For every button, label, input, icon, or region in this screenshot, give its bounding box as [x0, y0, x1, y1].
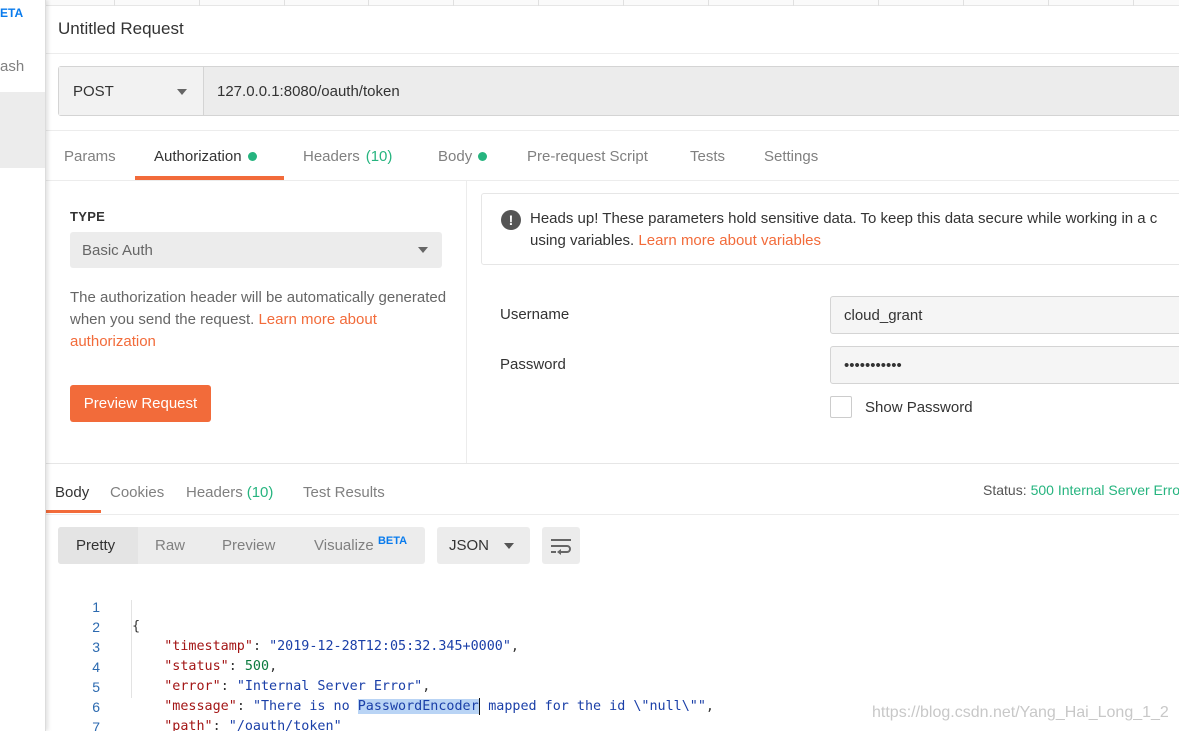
- response-status: Status: 500 Internal Server Erro: [983, 482, 1179, 498]
- watermark: https://blog.csdn.net/Yang_Hai_Long_1_2: [872, 704, 1169, 721]
- username-label: Username: [500, 306, 570, 323]
- view-visualize-button[interactable]: Visualize BETA: [314, 535, 408, 555]
- response-tabs: Body Cookies Headers (10) Test Results St…: [46, 463, 1179, 515]
- auth-description: The authorization header will be automat…: [70, 289, 447, 350]
- code-line: 1 {: [92, 599, 141, 634]
- code-line: 3 "status": 500,: [92, 639, 278, 674]
- warning-icon: !: [501, 210, 521, 230]
- view-mode-group: Pretty Raw Preview Visualize BETA: [58, 527, 425, 564]
- code-line: 4 "error": "Internal Server Error",: [92, 659, 431, 694]
- response-tab-headers[interactable]: Headers (10): [186, 484, 273, 501]
- method-value: POST: [73, 82, 114, 100]
- code-line: 6 "path": "/oauth/token": [46, 677, 341, 731]
- chevron-down-icon: [418, 247, 428, 253]
- code-line: 5 "message": "There is no PasswordEncode…: [92, 679, 714, 715]
- view-pretty-button[interactable]: Pretty: [76, 537, 115, 554]
- beta-badge: ETA: [0, 6, 24, 20]
- show-password-checkbox[interactable]: [830, 396, 852, 418]
- password-label: Password: [500, 356, 566, 373]
- active-response-tab-indicator: [46, 510, 101, 513]
- format-select[interactable]: JSON: [437, 527, 530, 564]
- status-badge: 500 Internal Server Erro: [1030, 482, 1179, 498]
- password-field[interactable]: •••••••••••: [830, 346, 1179, 384]
- view-raw-button[interactable]: Raw: [155, 537, 185, 554]
- auth-type-panel: TYPE Basic Auth The authorization header…: [46, 181, 467, 463]
- code-line: 2 "timestamp": "2019-12-28T12:05:32.345+…: [92, 619, 519, 654]
- response-headers-count: (10): [246, 484, 274, 501]
- format-value: JSON: [449, 537, 490, 554]
- divider: [46, 53, 1179, 54]
- visualize-beta-badge: BETA: [377, 535, 408, 547]
- sidebar-partial-label[interactable]: ash: [0, 58, 24, 75]
- tab-params[interactable]: Params: [64, 131, 116, 181]
- status-dot-icon: [478, 151, 488, 161]
- view-preview-button[interactable]: Preview: [222, 537, 275, 554]
- selected-text: PasswordEncoder: [357, 699, 479, 714]
- wrap-lines-icon: [551, 538, 571, 555]
- type-label: TYPE: [70, 209, 106, 224]
- username-field[interactable]: cloud_grant: [830, 296, 1179, 334]
- learn-more-variables-link[interactable]: Learn more about variables: [638, 232, 821, 249]
- wrap-lines-button[interactable]: [542, 527, 580, 564]
- tab-headers[interactable]: Headers (10): [303, 131, 392, 181]
- path-link[interactable]: /oauth/token: [237, 719, 334, 731]
- url-input[interactable]: 127.0.0.1:8080/oauth/token: [204, 67, 1179, 115]
- tab-settings[interactable]: Settings: [764, 131, 818, 181]
- response-tab-test-results[interactable]: Test Results: [303, 484, 385, 501]
- headers-count: (10): [365, 147, 393, 165]
- tab-authorization[interactable]: Authorization: [154, 131, 257, 181]
- request-tabs: Params Authorization Headers (10) Body Pr…: [46, 130, 1179, 181]
- response-tab-cookies[interactable]: Cookies: [110, 484, 164, 501]
- url-bar: POST 127.0.0.1:8080/oauth/token: [58, 66, 1179, 116]
- auth-type-select[interactable]: Basic Auth: [70, 232, 442, 268]
- tab-tests[interactable]: Tests: [690, 131, 725, 181]
- response-tab-body[interactable]: Body: [55, 484, 89, 501]
- request-title[interactable]: Untitled Request: [58, 19, 184, 39]
- auth-type-value: Basic Auth: [82, 241, 153, 259]
- sensitive-data-notice: ! Heads up! These parameters hold sensit…: [481, 193, 1179, 265]
- status-dot-icon: [247, 151, 257, 161]
- tab-prerequest-script[interactable]: Pre-request Script: [527, 131, 648, 181]
- request-panel: Untitled Request POST 127.0.0.1:8080/oau…: [46, 0, 1179, 731]
- sidebar-strip: ETA ash: [0, 0, 46, 731]
- show-password-label[interactable]: Show Password: [865, 399, 973, 416]
- sidebar-selected-item[interactable]: [0, 92, 45, 168]
- notice-text: Heads up! These parameters hold sensitiv…: [530, 210, 1158, 249]
- chevron-down-icon: [504, 543, 514, 549]
- request-tab-strip: [46, 0, 1179, 6]
- preview-request-button[interactable]: Preview Request: [70, 385, 211, 422]
- method-select[interactable]: POST: [59, 67, 204, 115]
- chevron-down-icon: [177, 89, 187, 95]
- active-tab-indicator: [135, 176, 284, 180]
- code-line: 7 }: [92, 719, 100, 731]
- tab-body[interactable]: Body: [438, 131, 488, 181]
